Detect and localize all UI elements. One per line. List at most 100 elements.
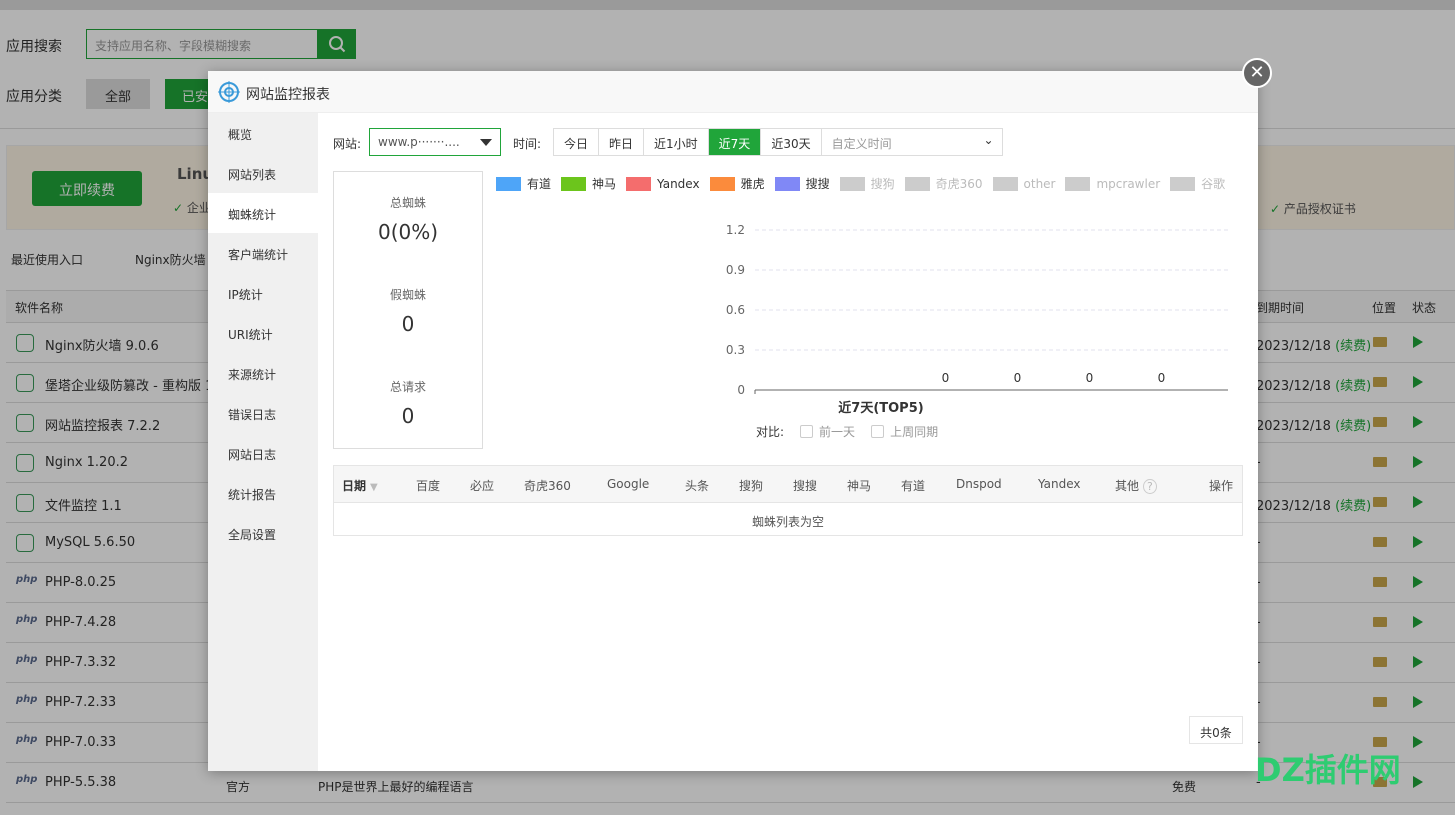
- legend-swatch: [904, 176, 930, 191]
- table-header-cell: Dnspod: [956, 477, 1002, 491]
- header-text: 百度: [416, 479, 441, 493]
- spider-stats-modal: 网站监控报表 ✕ 概览 网站列表 蜘蛛统计 客户端统计 IP统计 URI统计 来源统计 错误日…: [208, 58, 1272, 771]
- time-button[interactable]: 近7天: [708, 129, 762, 155]
- total-requests-value: 0: [401, 404, 415, 428]
- spider-table-header: 日期 ▼ 百度 必应 奇虎360 Google 头条 搜狗 搜搜 神马 有道 Dnspod Yandex…: [334, 466, 1242, 503]
- modal-sidebar: 概览 网站列表 蜘蛛统计 客户端统计 IP统计 URI统计 来源统计 错误日志 网站日志 统计报告…: [208, 113, 318, 771]
- legend-label: 谷歌: [1201, 177, 1226, 191]
- sidebar-item[interactable]: 全局设置: [208, 513, 318, 553]
- legend-item[interactable]: 有道: [496, 175, 551, 192]
- table-header-cell: 搜狗: [739, 477, 763, 494]
- stats-box: 总蜘蛛 0(0%) 假蜘蛛 0 总请求 0: [333, 171, 483, 449]
- total-spider-label: 总蜘蛛: [389, 196, 426, 210]
- sidebar-item[interactable]: 网站列表: [208, 153, 318, 193]
- legend-label: 奇虎360: [935, 177, 983, 191]
- custom-time-text: 自定义时间: [831, 137, 892, 151]
- legend-swatch: [992, 176, 1018, 191]
- time-button[interactable]: 今日: [554, 129, 600, 155]
- fake-spider-label: 假蜘蛛: [389, 288, 426, 302]
- modal-header: 网站监控报表: [208, 71, 1258, 113]
- header-text: 其他: [1115, 479, 1140, 493]
- sidebar-item[interactable]: 蜘蛛统计: [208, 193, 318, 233]
- sidebar-item[interactable]: 客户端统计: [208, 233, 318, 273]
- help-icon[interactable]: ?: [1143, 479, 1157, 494]
- sidebar-item[interactable]: 网站日志: [208, 433, 318, 473]
- legend-label: 搜搜: [805, 177, 830, 191]
- legend-item[interactable]: 奇虎360: [904, 175, 983, 192]
- site-label: 网站:: [333, 137, 362, 151]
- empty-message: 蜘蛛列表为空: [751, 515, 824, 529]
- monitor-logo-icon: [218, 81, 240, 103]
- legend-item[interactable]: 谷歌: [1170, 175, 1225, 192]
- legend-swatch: [839, 176, 865, 191]
- sidebar-item[interactable]: URI统计: [208, 313, 318, 353]
- y-tick-label: 0.6: [726, 303, 745, 317]
- close-button[interactable]: ✕: [1242, 58, 1272, 88]
- bar-value-label: 0: [1086, 371, 1094, 385]
- total-requests-label: 总请求: [389, 380, 426, 394]
- table-header-cell: 神马: [847, 477, 871, 494]
- header-text: 神马: [847, 479, 872, 493]
- legend-item[interactable]: Yandex: [626, 175, 700, 192]
- compare-last-week-checkbox[interactable]: [871, 425, 885, 438]
- table-header-cell: 其他?: [1115, 477, 1157, 494]
- legend-label: mpcrawler: [1096, 176, 1161, 191]
- legend-item[interactable]: 雅虎: [709, 175, 765, 192]
- compare-label: 对比:: [756, 425, 785, 439]
- custom-time-select[interactable]: 自定义时间 ⌄: [822, 129, 1002, 155]
- time-button[interactable]: 近30天: [761, 129, 822, 155]
- header-text: 有道: [901, 479, 926, 493]
- close-icon: ✕: [1249, 62, 1265, 83]
- bar-value-label: 0: [942, 371, 950, 385]
- table-header-cell: 有道: [901, 477, 925, 494]
- table-header-cell: 百度: [416, 477, 440, 494]
- chevron-down-icon: ⌄: [983, 133, 994, 147]
- legend-label: Yandex: [657, 176, 700, 191]
- legend-swatch: [561, 176, 587, 191]
- bar-value-label: 0: [1158, 371, 1166, 385]
- y-tick-label: 1.2: [726, 223, 745, 237]
- time-range-group: 今日 昨日 近1小时 近7天 近30天 自定义时间 ⌄: [553, 128, 1003, 156]
- header-text: Yandex: [1038, 477, 1081, 491]
- y-tick-label: 0.9: [726, 263, 745, 277]
- legend-swatch: [496, 176, 521, 191]
- sidebar-item[interactable]: 错误日志: [208, 393, 318, 433]
- table-header-cell: 头条: [685, 477, 709, 494]
- legend-item[interactable]: 神马: [561, 175, 616, 192]
- modal-title: 网站监控报表: [246, 87, 330, 103]
- header-text: 必应: [470, 479, 495, 493]
- sidebar-item[interactable]: 概览: [208, 113, 318, 153]
- sort-icon[interactable]: ▼: [370, 482, 378, 493]
- compare-last-week-label[interactable]: 上周同期: [890, 423, 938, 440]
- time-button[interactable]: 近1小时: [644, 129, 709, 155]
- legend-label: 搜狗: [870, 177, 895, 191]
- header-text: 搜搜: [793, 479, 818, 493]
- pagination-total: 共0条: [1189, 716, 1243, 744]
- compare-prev-day-checkbox[interactable]: [800, 425, 814, 438]
- bar-value-label: 0: [1014, 371, 1022, 385]
- legend-label: 神马: [592, 177, 617, 191]
- table-header-cell: 必应: [470, 477, 494, 494]
- legend-item[interactable]: 搜搜: [774, 175, 830, 192]
- sidebar-item[interactable]: 统计报告: [208, 473, 318, 513]
- compare-row: 对比: 前一天 上周同期: [756, 423, 938, 440]
- y-tick-label: 0: [737, 383, 745, 397]
- legend-swatch: [709, 176, 735, 191]
- compare-prev-day-label[interactable]: 前一天: [819, 423, 855, 440]
- header-text: 日期: [342, 479, 367, 493]
- table-header-cell: Google: [607, 477, 649, 491]
- sidebar-item[interactable]: IP统计: [208, 273, 318, 313]
- table-header-cell: 日期 ▼: [342, 477, 378, 494]
- sidebar-item[interactable]: 来源统计: [208, 353, 318, 393]
- time-button[interactable]: 昨日: [599, 129, 645, 155]
- header-text: Google: [607, 477, 650, 491]
- site-value: www.p·······....: [378, 135, 460, 149]
- fake-spider-value: 0: [401, 312, 415, 336]
- header-text: 头条: [685, 479, 710, 493]
- table-header-cell: Yandex: [1038, 477, 1081, 491]
- site-select[interactable]: www.p·······....: [369, 128, 501, 156]
- legend-item[interactable]: other: [992, 175, 1055, 192]
- legend-item[interactable]: mpcrawler: [1065, 175, 1160, 192]
- legend-swatch: [626, 176, 652, 191]
- legend-item[interactable]: 搜狗: [839, 175, 895, 192]
